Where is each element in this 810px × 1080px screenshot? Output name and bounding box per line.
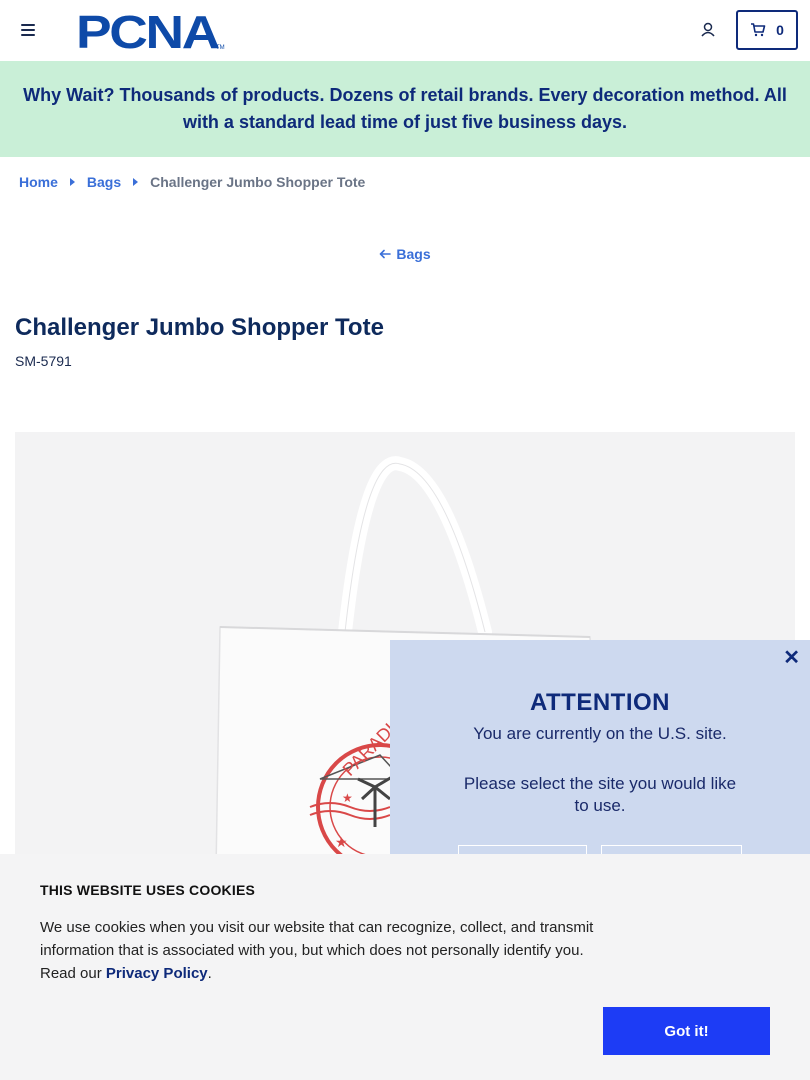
product-sku: SM-5791	[15, 353, 72, 369]
product-title: Challenger Jumbo Shopper Tote	[15, 314, 384, 341]
svg-text:★: ★	[335, 834, 348, 850]
account-icon[interactable]	[699, 21, 717, 39]
promo-banner: Why Wait? Thousands of products. Dozens …	[0, 61, 810, 157]
svg-text:TM: TM	[216, 45, 225, 51]
breadcrumb: Home Bags Challenger Jumbo Shopper Tote	[19, 174, 365, 190]
logo-text: PCNA	[76, 11, 219, 51]
back-link-label: Bags	[396, 246, 431, 262]
cookie-period: .	[207, 965, 212, 982]
back-to-bags-link[interactable]: Bags	[379, 246, 431, 262]
caret-right-icon	[69, 178, 75, 186]
back-link-container: Bags	[0, 246, 810, 262]
close-icon[interactable]: ✕	[783, 648, 800, 668]
cookie-text: We use cookies when you visit our websit…	[40, 916, 600, 985]
privacy-policy-link[interactable]: Privacy Policy	[106, 965, 208, 982]
attention-title: ATTENTION	[529, 689, 671, 716]
attention-current-site: You are currently on the U.S. site.	[473, 724, 727, 743]
cookie-banner: THIS WEBSITE USES COOKIES We use cookies…	[0, 854, 810, 1080]
promo-text: Why Wait? Thousands of products. Dozens …	[23, 85, 787, 132]
site-header: PCNA TM 0	[0, 0, 810, 61]
cookie-title: THIS WEBSITE USES COOKIES	[40, 882, 256, 898]
menu-icon[interactable]	[21, 24, 35, 36]
caret-right-icon	[133, 178, 139, 186]
accept-cookies-button[interactable]: Got it!	[603, 1007, 770, 1055]
breadcrumb-current: Challenger Jumbo Shopper Tote	[150, 174, 366, 190]
cart-count: 0	[776, 22, 784, 38]
cart-icon	[751, 23, 766, 37]
svg-text:★: ★	[342, 791, 353, 805]
pcna-logo[interactable]: PCNA TM	[76, 6, 226, 58]
arrow-left-icon	[380, 249, 392, 259]
cart-button[interactable]: 0	[736, 10, 798, 50]
breadcrumb-bags[interactable]: Bags	[87, 174, 121, 190]
attention-instructions: Please select the site you would like to…	[463, 774, 737, 815]
breadcrumb-home[interactable]: Home	[19, 174, 58, 190]
